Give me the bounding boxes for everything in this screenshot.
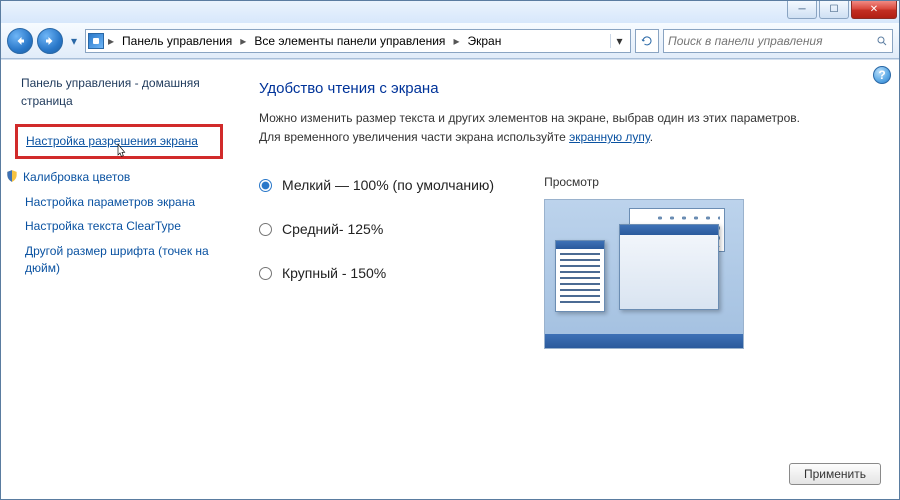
control-panel-icon — [88, 33, 104, 49]
pointer-cursor-icon — [114, 143, 130, 159]
arrow-right-icon — [44, 35, 56, 47]
sidebar-item-display-settings[interactable]: Настройка параметров экрана — [25, 194, 223, 211]
sidebar-item-label: Калибровка цветов — [23, 169, 130, 186]
radio-label: Средний- 125% — [282, 221, 383, 237]
address-bar[interactable]: ▸ Панель управления ▸ Все элементы панел… — [85, 29, 631, 53]
preview-image — [544, 199, 744, 349]
page-heading: Удобство чтения с экрана — [259, 80, 873, 97]
breadcrumb-item[interactable]: Все элементы панели управления — [250, 34, 449, 48]
address-dropdown-icon[interactable]: ▾ — [610, 34, 628, 48]
preview-column: Просмотр — [544, 175, 744, 349]
breadcrumb-sep-icon: ▸ — [238, 34, 248, 48]
shield-icon — [5, 169, 19, 183]
magnifier-link[interactable]: экранную лупу — [569, 130, 650, 144]
preview-window-icon — [555, 240, 605, 312]
maximize-button[interactable]: ☐ — [819, 1, 849, 19]
radio-small[interactable] — [259, 179, 272, 192]
control-panel-window: ─ ☐ ✕ ▾ ▸ Панель управления ▸ Все элемен… — [0, 0, 900, 500]
navigation-bar: ▾ ▸ Панель управления ▸ Все элементы пан… — [1, 23, 899, 59]
content-pane: Удобство чтения с экрана Можно изменить … — [233, 60, 899, 499]
forward-button[interactable] — [37, 28, 63, 54]
desc-text: Можно изменить размер текста и других эл… — [259, 111, 800, 144]
annotation-highlight: Настройка разрешения экрана — [15, 124, 223, 159]
preview-taskbar-icon — [545, 334, 743, 348]
search-input[interactable] — [668, 34, 872, 48]
footer: Применить — [789, 463, 881, 485]
minimize-button[interactable]: ─ — [787, 1, 817, 19]
radio-option-small[interactable]: Мелкий — 100% (по умолчанию) — [259, 177, 494, 193]
window-body: ? Панель управления - домашняя страница … — [1, 59, 899, 499]
refresh-icon — [641, 35, 653, 47]
desc-text-end: . — [650, 130, 653, 144]
page-description: Можно изменить размер текста и других эл… — [259, 109, 819, 147]
sidebar-item-color-calibration[interactable]: Калибровка цветов — [5, 169, 223, 186]
radio-option-medium[interactable]: Средний- 125% — [259, 221, 494, 237]
back-button[interactable] — [7, 28, 33, 54]
refresh-button[interactable] — [635, 29, 659, 53]
apply-button[interactable]: Применить — [789, 463, 881, 485]
sidebar: Панель управления - домашняя страница На… — [1, 60, 233, 499]
nav-history-dropdown[interactable]: ▾ — [67, 28, 81, 54]
breadcrumb-sep-icon: ▸ — [451, 34, 461, 48]
arrow-left-icon — [14, 35, 26, 47]
breadcrumb-item[interactable]: Экран — [463, 34, 505, 48]
search-box[interactable] — [663, 29, 893, 53]
radio-label: Крупный - 150% — [282, 265, 386, 281]
radio-option-large[interactable]: Крупный - 150% — [259, 265, 494, 281]
preview-label: Просмотр — [544, 175, 744, 189]
control-panel-home-link[interactable]: Панель управления - домашняя страница — [21, 74, 223, 110]
radio-large[interactable] — [259, 267, 272, 280]
radio-group: Мелкий — 100% (по умолчанию) Средний- 12… — [259, 175, 494, 349]
breadcrumb-sep-icon: ▸ — [106, 34, 116, 48]
search-icon — [876, 35, 888, 47]
help-icon[interactable]: ? — [873, 66, 891, 84]
radio-label: Мелкий — 100% (по умолчанию) — [282, 177, 494, 193]
scaling-options: Мелкий — 100% (по умолчанию) Средний- 12… — [259, 175, 873, 349]
close-button[interactable]: ✕ — [851, 1, 897, 19]
preview-window-icon — [619, 224, 719, 310]
sidebar-item-cleartype[interactable]: Настройка текста ClearType — [25, 218, 223, 235]
radio-medium[interactable] — [259, 223, 272, 236]
breadcrumb-item[interactable]: Панель управления — [118, 34, 236, 48]
titlebar: ─ ☐ ✕ — [1, 1, 899, 23]
sidebar-item-custom-dpi[interactable]: Другой размер шрифта (точек на дюйм) — [25, 243, 223, 277]
